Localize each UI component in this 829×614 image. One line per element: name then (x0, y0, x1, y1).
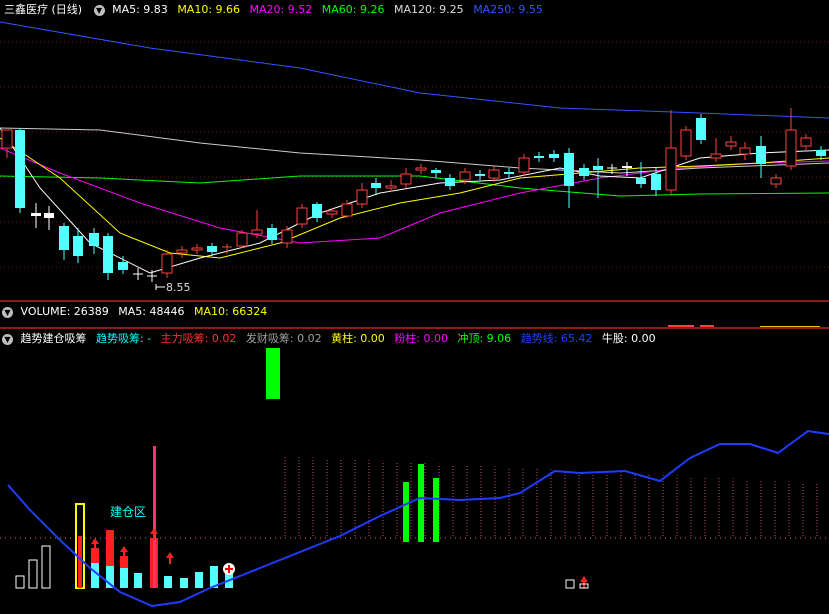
trend-line-value: 趋势线: 65.42 (520, 332, 593, 345)
build-zone-label: 建仓区 (110, 505, 146, 519)
indicator-legend: ▼ 趋势建仓吸筹 趋势吸筹: - 主力吸筹: 0.02 发财吸筹: 0.02 黄… (0, 330, 662, 348)
price-chart[interactable]: 8.55 (0, 18, 829, 300)
ma120-value: MA120: 9.25 (393, 3, 464, 16)
pink-bar-value: 粉柱: 0.00 (394, 332, 448, 345)
ma60-value: MA60: 9.26 (321, 3, 385, 16)
fortune-absorb-value: 发财吸筹: 0.02 (245, 332, 322, 345)
panel-separator (0, 300, 829, 302)
volume-ma10-value: MA10: 66324 (193, 305, 268, 318)
main-legend: 三鑫医疗 (日线) ▼ MA5: 9.83 MA10: 9.66 MA20: 9… (0, 1, 549, 19)
indicator-name: 趋势建仓吸筹 (20, 332, 87, 345)
volume-dropdown-icon[interactable]: ▼ (2, 306, 13, 318)
low-price-label: 8.55 (166, 281, 191, 294)
settings-dropdown-icon[interactable]: ▼ (93, 4, 105, 16)
low-price-marker: 8.55 (155, 281, 191, 294)
top-rush-value: 冲顶: 9.06 (457, 332, 512, 345)
yellow-bar-value: 黄柱: 0.00 (331, 332, 385, 345)
volume-value: VOLUME: 26389 (20, 305, 109, 318)
main-absorb-value: 主力吸筹: 0.02 (160, 332, 237, 345)
price-gridlines (0, 41, 829, 268)
volume-ma5-value: MA5: 48446 (118, 305, 185, 318)
ma5-value: MA5: 9.83 (112, 3, 168, 16)
ma250-value: MA250: 9.55 (473, 3, 543, 16)
candlesticks (1, 108, 826, 282)
bull-stock-value: 牛股: 0.00 (601, 332, 656, 345)
chart-title: 三鑫医疗 (日线) (4, 3, 83, 16)
ma10-value: MA10: 9.66 (177, 3, 241, 16)
volume-strip (0, 325, 829, 329)
indicator-bars (0, 348, 829, 589)
trend-absorb-value: 趋势吸筹: - (96, 332, 152, 345)
moving-average-lines (0, 21, 829, 274)
ma20-value: MA20: 9.52 (249, 3, 313, 16)
indicator-dropdown-icon[interactable]: ▼ (2, 333, 13, 345)
volume-legend: ▼ VOLUME: 26389 MA5: 48446 MA10: 66324 (0, 303, 273, 321)
indicator-chart[interactable]: 建仓区 (0, 348, 829, 614)
